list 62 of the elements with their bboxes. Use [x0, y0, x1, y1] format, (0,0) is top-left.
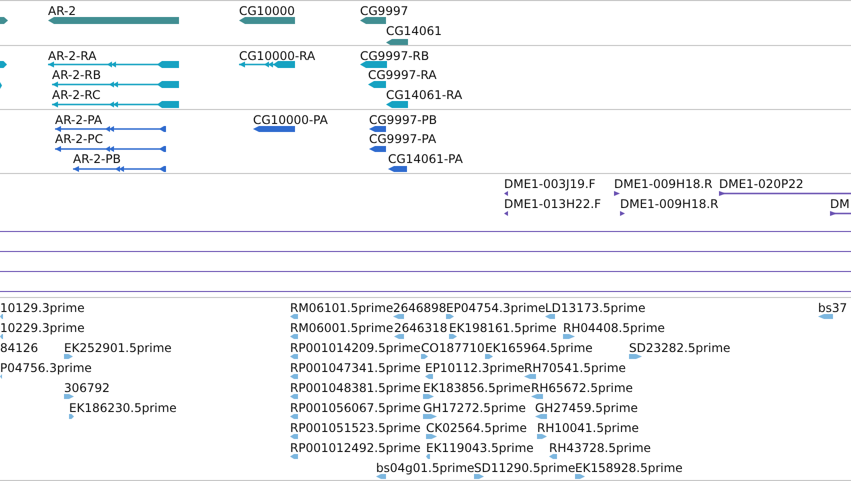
feature-label: EK158928.5prime	[575, 461, 683, 475]
feature-label: CG9997-PB	[369, 113, 438, 127]
feature-label: EK119043.5prime	[426, 441, 534, 455]
feature-label: AR-2-RA	[48, 49, 96, 63]
feature-label: DME1-020P22	[719, 177, 804, 191]
feature-label: CG9997	[360, 4, 408, 18]
feature-label: RP001012492.5prime	[290, 441, 421, 455]
feature-label: CG9997-PA	[369, 132, 436, 146]
feature-label: CG10000	[239, 4, 295, 18]
feature-label: CG14061	[386, 24, 442, 38]
feature-label: P04756.3prime	[0, 361, 92, 375]
feature-label: DME1-009H18.R	[614, 177, 712, 191]
feature-label: RH43728.5prime	[549, 441, 651, 455]
feature-label: EK165964.5prime	[485, 341, 593, 355]
feature-label: AR-2-PA	[55, 113, 102, 127]
feature-label: CG14061-RA	[386, 88, 462, 102]
feature-label: DME1-013H22.F	[504, 197, 602, 211]
feature-label: 2646318	[394, 321, 448, 335]
feature-label: 10229.3prime	[0, 321, 85, 335]
feature-label: AR-2-PB	[73, 152, 121, 166]
feature-label: RP001014209.5prime	[290, 341, 421, 355]
feature-label: CK02564.5prime	[426, 421, 527, 435]
feature-label: RP001048381.5prime	[290, 381, 421, 395]
feature-label: DM	[830, 197, 850, 211]
feature-label: EP10112.3prime	[425, 361, 524, 375]
feature-label: AR-2	[48, 4, 76, 18]
feature-label: CG10000-PA	[253, 113, 328, 127]
feature-label: 2646898	[393, 301, 446, 315]
feature-label: CO187710	[421, 341, 485, 355]
feature-label: AR-2-PC	[55, 132, 103, 146]
feature-label: AR-2-RB	[52, 68, 101, 82]
feature-label: GH17272.5prime	[423, 401, 526, 415]
feature-label: DME1-003J19.F	[504, 177, 596, 191]
feature-label: CG10000-RA	[239, 49, 316, 63]
feature-label: bs37	[818, 301, 848, 315]
feature-label: EK186230.5prime	[69, 401, 177, 415]
feature-label: RM06001.5prime	[290, 321, 394, 335]
feature-label: AR-2-RC	[52, 88, 100, 102]
feature-label: CG9997-RA	[368, 68, 437, 82]
feature-label: CG14061-PA	[388, 152, 463, 166]
feature-label: RM06101.5prime	[290, 301, 394, 315]
feature-label: RH04408.5prime	[563, 321, 665, 335]
feature-label: 306792	[64, 381, 110, 395]
feature-label: RH70541.5prime	[524, 361, 626, 375]
feature-label: 84126	[0, 341, 38, 355]
feature-label: 10129.3prime	[0, 301, 85, 315]
feature-label: RP001051523.5prime	[290, 421, 421, 435]
feature-label: RP001047341.5prime	[290, 361, 421, 375]
feature-label: LD13173.5prime	[545, 301, 646, 315]
feature-label: SD11290.5prime	[474, 461, 576, 475]
feature-label: SD23282.5prime	[629, 341, 730, 355]
feature-label: EP04754.3prime	[446, 301, 546, 315]
feature-label: RH10041.5prime	[537, 421, 639, 435]
feature-label: EK183856.5prime	[423, 381, 531, 395]
feature-label: EK198161.5prime	[449, 321, 557, 335]
feature-label: DME1-009H18.R	[620, 197, 718, 211]
feature-label: CG9997-RB	[360, 49, 430, 63]
feature-label: GH27459.5prime	[535, 401, 638, 415]
feature-label: EK252901.5prime	[64, 341, 172, 355]
feature-label: bs04g01.5prime	[376, 461, 474, 475]
feature-label: RH65672.5prime	[531, 381, 633, 395]
feature-label: RP001056067.5prime	[290, 401, 421, 415]
